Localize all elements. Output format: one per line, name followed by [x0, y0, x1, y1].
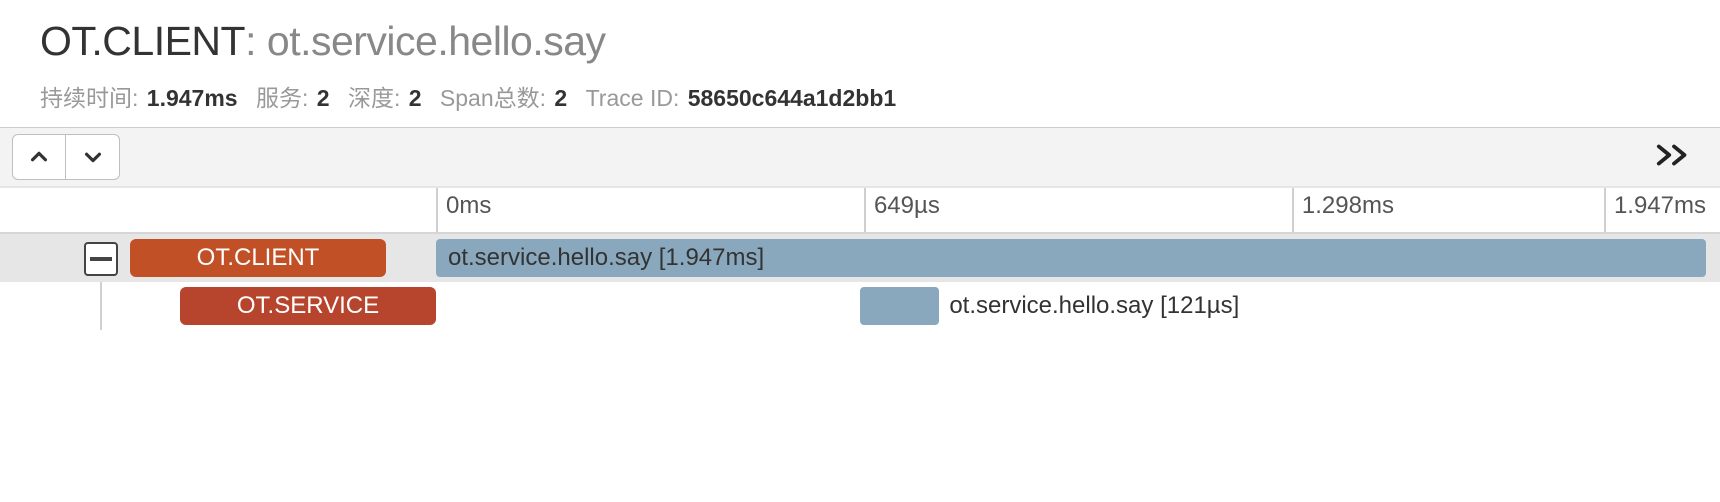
chevron-up-icon — [28, 146, 50, 168]
tree-indent-line — [100, 282, 102, 330]
service-pill-client[interactable]: OT.CLIENT — [130, 239, 386, 277]
stat-depth-label: 深度: — [348, 85, 400, 111]
span-bar-label: ot.service.hello.say [1.947ms] — [448, 244, 764, 272]
span-bar-row: ot.service.hello.say [121µs] — [436, 282, 1720, 330]
expand-collapse-group — [12, 134, 120, 180]
timeline-tick: 1.298ms — [1292, 188, 1394, 232]
chevron-double-right-icon — [1655, 141, 1693, 174]
timeline-tick: 1.947ms — [1604, 188, 1706, 232]
stat-spantotal-value: 2 — [554, 85, 567, 111]
tree-header-spacer — [0, 188, 436, 234]
timeline-tick: 0ms — [436, 188, 491, 232]
stat-duration-value: 1.947ms — [147, 85, 238, 111]
details-toggle-button[interactable] — [1654, 137, 1694, 177]
span-collapse-toggle[interactable] — [84, 242, 118, 276]
timeline-tick: 649µs — [864, 188, 940, 232]
span-bar[interactable]: ot.service.hello.say [1.947ms] — [436, 239, 1706, 277]
title-operation: ot.service.hello.say — [267, 18, 606, 64]
control-bar — [0, 128, 1720, 188]
stat-traceid-value: 58650c644a1d2bb1 — [688, 85, 896, 111]
chevron-down-icon — [82, 146, 104, 168]
stat-services-value: 2 — [317, 85, 330, 111]
title-colon: : — [245, 18, 267, 64]
stat-spantotal-label: Span总数: — [440, 85, 546, 111]
span-bar-row: ot.service.hello.say [1.947ms] — [436, 234, 1720, 282]
span-tree-row[interactable]: OT.SERVICE — [0, 282, 436, 330]
span-bar-column: 0ms 649µs 1.298ms 1.947ms ot.service.hel… — [436, 188, 1720, 468]
span-bar-label: ot.service.hello.say [121µs] — [949, 292, 1239, 320]
stat-duration-label: 持续时间: — [40, 85, 138, 111]
timeline: OT.CLIENT OT.SERVICE 0ms 649µs 1.298ms 1… — [0, 188, 1720, 468]
service-pill-label: OT.SERVICE — [237, 292, 379, 320]
trace-header: OT.CLIENT: ot.service.hello.say 持续时间: 1.… — [0, 0, 1720, 128]
span-bar-label-outside: ot.service.hello.say [121µs] — [949, 287, 1239, 325]
span-bar[interactable] — [860, 287, 940, 325]
service-pill-service[interactable]: OT.SERVICE — [180, 287, 436, 325]
collapse-all-button[interactable] — [12, 134, 66, 180]
stat-traceid-label: Trace ID: — [586, 85, 680, 111]
span-tree-row[interactable]: OT.CLIENT — [0, 234, 436, 282]
trace-title: OT.CLIENT: ot.service.hello.say — [40, 18, 1720, 65]
timeline-ticks: 0ms 649µs 1.298ms 1.947ms — [436, 188, 1720, 234]
trace-stats: 持续时间: 1.947ms 服务: 2 深度: 2 Span总数: 2 Trac… — [40, 79, 1720, 113]
service-pill-label: OT.CLIENT — [197, 244, 320, 272]
expand-all-button[interactable] — [66, 134, 120, 180]
span-tree-column: OT.CLIENT OT.SERVICE — [0, 188, 436, 468]
stat-depth-value: 2 — [409, 85, 422, 111]
stat-services-label: 服务: — [256, 85, 308, 111]
title-service-name: OT.CLIENT — [40, 18, 245, 64]
